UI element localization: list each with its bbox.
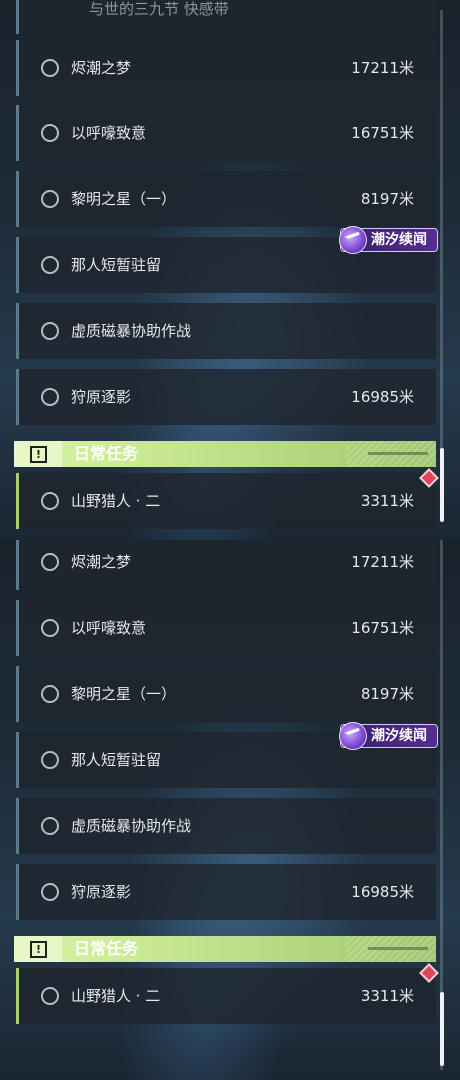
scrollbar-track[interactable] bbox=[440, 10, 443, 520]
tide-logo-icon bbox=[339, 226, 367, 254]
quest-row[interactable]: 狩原逐影 16985米 bbox=[16, 864, 436, 920]
quest-distance: 8197米 bbox=[360, 190, 414, 208]
scrollbar-thumb[interactable] bbox=[440, 992, 444, 1066]
quest-row[interactable]: 烬潮之梦 17211米 bbox=[16, 540, 436, 590]
decorative-line bbox=[368, 452, 428, 455]
quest-panel-top: 与世的三九节 快感带 烬潮之梦 17211米 以呼嚎致意 16751米 黎明之星… bbox=[0, 0, 460, 540]
section-header-daily: ! 日常任务 bbox=[14, 936, 436, 962]
quest-name: 狩原逐影 bbox=[71, 883, 132, 901]
quest-row[interactable]: 以呼嚎致意 16751米 bbox=[16, 105, 436, 161]
radio-circle-icon[interactable] bbox=[41, 987, 59, 1005]
radio-circle-icon[interactable] bbox=[41, 817, 59, 835]
quest-panel-bottom: 烬潮之梦 17211米 以呼嚎致意 16751米 黎明之星（一） 8197米 那… bbox=[0, 540, 460, 1080]
quest-distance: 17211米 bbox=[351, 59, 414, 77]
quest-name: 黎明之星（一） bbox=[71, 190, 177, 208]
quest-row[interactable]: 虚质磁暴协助作战 bbox=[16, 798, 436, 854]
radio-circle-icon[interactable] bbox=[41, 256, 59, 274]
quest-name: 那人短暂驻留 bbox=[71, 751, 162, 769]
section-title: 日常任务 bbox=[74, 939, 139, 958]
radio-circle-icon[interactable] bbox=[41, 553, 59, 571]
quest-name: 以呼嚎致意 bbox=[71, 124, 147, 142]
quest-row-cutoff[interactable]: 与世的三九节 快感带 bbox=[16, 0, 436, 34]
quest-name: 烬潮之梦 bbox=[71, 59, 132, 77]
scrollbar-track[interactable] bbox=[440, 540, 443, 1070]
quest-distance: 16985米 bbox=[351, 388, 414, 406]
quest-row[interactable]: 虚质磁暴协助作战 bbox=[16, 303, 436, 359]
exclamation-box-icon: ! bbox=[30, 446, 47, 463]
radio-circle-icon[interactable] bbox=[41, 685, 59, 703]
quest-name: 以呼嚎致意 bbox=[71, 619, 147, 637]
quest-distance: 3311米 bbox=[360, 492, 414, 510]
quest-row[interactable]: 黎明之星（一） 8197米 bbox=[16, 666, 436, 722]
quest-distance: 16985米 bbox=[351, 883, 414, 901]
quest-name: 黎明之星（一） bbox=[71, 685, 177, 703]
quest-name: 虚质磁暴协助作战 bbox=[71, 817, 192, 835]
quest-row[interactable]: 以呼嚎致意 16751米 bbox=[16, 600, 436, 656]
quest-name: 狩原逐影 bbox=[71, 388, 132, 406]
quest-distance: 3311米 bbox=[360, 987, 414, 1005]
quest-name: 山野猎人 · 二 bbox=[71, 987, 161, 1005]
radio-circle-icon[interactable] bbox=[41, 883, 59, 901]
radio-circle-icon[interactable] bbox=[41, 492, 59, 510]
radio-circle-icon[interactable] bbox=[41, 322, 59, 340]
tide-event-badge[interactable]: 潮汐续闻 bbox=[339, 722, 438, 750]
radio-circle-icon[interactable] bbox=[41, 619, 59, 637]
quest-name-cutoff: 与世的三九节 快感带 bbox=[89, 0, 229, 18]
quest-name: 山野猎人 · 二 bbox=[71, 492, 161, 510]
section-title: 日常任务 bbox=[74, 444, 139, 463]
decorative-line bbox=[368, 947, 428, 950]
quest-distance: 8197米 bbox=[360, 685, 414, 703]
radio-circle-icon[interactable] bbox=[41, 124, 59, 142]
quest-row[interactable]: 狩原逐影 16985米 bbox=[16, 369, 436, 425]
tide-event-badge[interactable]: 潮汐续闻 bbox=[339, 226, 438, 254]
section-header-daily: ! 日常任务 bbox=[14, 441, 436, 467]
section-icon-box: ! bbox=[14, 441, 62, 467]
scrollbar-thumb[interactable] bbox=[440, 448, 444, 522]
quest-distance: 16751米 bbox=[351, 124, 414, 142]
radio-circle-icon[interactable] bbox=[41, 190, 59, 208]
radio-circle-icon[interactable] bbox=[41, 388, 59, 406]
quest-row[interactable]: 烬潮之梦 17211米 bbox=[16, 40, 436, 96]
quest-distance: 16751米 bbox=[351, 619, 414, 637]
badge-text: 潮汐续闻 bbox=[371, 232, 427, 248]
quest-row[interactable]: 黎明之星（一） 8197米 bbox=[16, 171, 436, 227]
quest-name: 虚质磁暴协助作战 bbox=[71, 322, 192, 340]
daily-quest-row[interactable]: 山野猎人 · 二 3311米 bbox=[16, 473, 436, 529]
tide-logo-icon bbox=[339, 722, 367, 750]
quest-distance: 17211米 bbox=[351, 553, 414, 571]
radio-circle-icon[interactable] bbox=[41, 751, 59, 769]
daily-quest-row[interactable]: 山野猎人 · 二 3311米 bbox=[16, 968, 436, 1024]
badge-text: 潮汐续闻 bbox=[371, 728, 427, 744]
quest-name: 那人短暂驻留 bbox=[71, 256, 162, 274]
quest-name: 烬潮之梦 bbox=[71, 553, 132, 571]
exclamation-box-icon: ! bbox=[30, 941, 47, 958]
radio-circle-icon[interactable] bbox=[41, 59, 59, 77]
section-icon-box: ! bbox=[14, 936, 62, 962]
